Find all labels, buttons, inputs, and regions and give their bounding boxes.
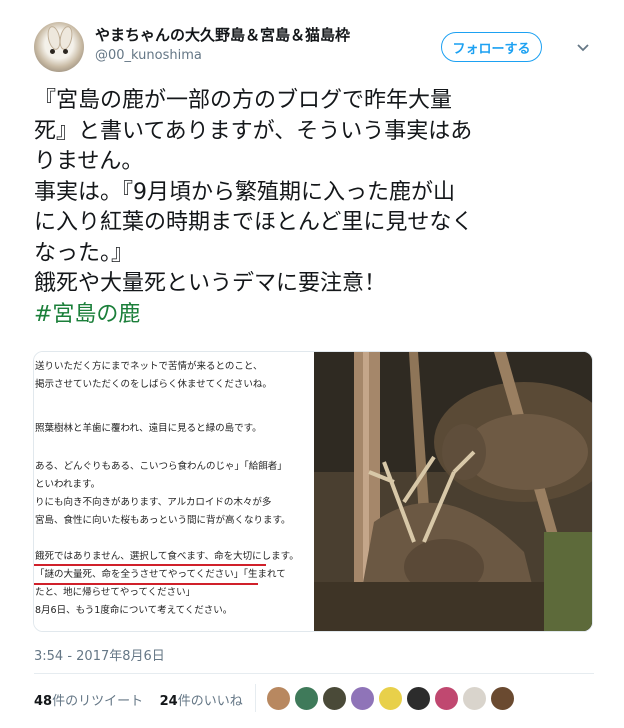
tweet-timestamp[interactable]: 3:54 - 2017年8月6日 bbox=[34, 645, 165, 664]
tweet-line: 餓死や大量死というデマに要注意！ bbox=[34, 271, 387, 296]
follow-button[interactable]: フォローする bbox=[441, 32, 542, 62]
deer-photo-image[interactable] bbox=[314, 352, 592, 631]
tweet-line: 死』と書いてありますが、そういう事実はあ bbox=[34, 118, 473, 144]
blog-line: たと、地に帰らせてやってください」 bbox=[35, 587, 196, 598]
liker-avatar[interactable] bbox=[266, 686, 291, 711]
tweet-line: りません。 bbox=[34, 149, 144, 174]
retweet-stat[interactable]: 48件のリツイート bbox=[34, 694, 143, 709]
user-handle[interactable]: @00_kunoshima bbox=[95, 48, 202, 63]
blog-line: 餓死ではありません、選択して食べます、命を大切にします。 bbox=[35, 551, 299, 562]
hashtag-link[interactable]: #宮島の鹿 bbox=[34, 300, 594, 331]
blog-line: 掲示させていただくのをしばらく休ませてくださいね。 bbox=[35, 379, 272, 390]
like-count: 24 bbox=[159, 694, 178, 709]
blog-line: 宮島、食性に向いた桜もあっという間に背が高くなります。 bbox=[35, 515, 291, 526]
liker-avatar[interactable] bbox=[378, 686, 403, 711]
user-display-name[interactable]: やまちゃんの大久野島＆宮島＆猫島枠 bbox=[95, 24, 350, 45]
tweet-line: 『宮島の鹿が一部の方のブログで昨年大量 bbox=[34, 88, 453, 113]
retweet-label: 件のリツイート bbox=[52, 694, 144, 709]
blog-line: 送りいただく方にまでネットで苦情が来るとのこと、 bbox=[35, 361, 263, 372]
liker-avatar[interactable] bbox=[350, 686, 375, 711]
blog-line: ある、どんぐりもある、こいつら食わんのじゃ」「給餌者」 bbox=[35, 461, 287, 472]
like-label: 件のいいね bbox=[177, 694, 243, 709]
like-stat[interactable]: 24件のいいね bbox=[160, 694, 243, 709]
avatar-rabbit-ear bbox=[57, 25, 75, 51]
avatar-rabbit-eye bbox=[50, 49, 55, 54]
deer-photo bbox=[314, 352, 592, 631]
liker-avatar[interactable] bbox=[322, 686, 347, 711]
retweet-count: 48 bbox=[34, 694, 53, 709]
blog-line: 照葉樹林と羊歯に覆われ、遠目に見ると緑の島です。 bbox=[35, 423, 262, 434]
blog-line: 8月6日、もう1度命について考えてください。 bbox=[35, 605, 233, 616]
divider bbox=[34, 673, 594, 674]
liker-avatars bbox=[266, 686, 515, 711]
red-underline bbox=[34, 583, 258, 585]
tweet-line: 事実は。『9月頃から繁殖期に入った鹿が山 bbox=[34, 179, 455, 205]
avatar-rabbit-eye bbox=[63, 49, 68, 54]
tweet-text: 『宮島の鹿が一部の方のブログで昨年大量 死』と書いてありますが、そういう事実はあ… bbox=[34, 86, 594, 330]
tweet-header: やまちゃんの大久野島＆宮島＆猫島枠 @00_kunoshima フォローする bbox=[0, 0, 624, 80]
stats-separator bbox=[255, 684, 256, 712]
chevron-down-icon[interactable] bbox=[574, 38, 592, 56]
blog-line: 「謎の大量死、命を全うさせてやってください」「生まれて bbox=[35, 569, 286, 580]
blog-line: といわれます。 bbox=[35, 479, 101, 490]
liker-avatar[interactable] bbox=[406, 686, 431, 711]
liker-avatar[interactable] bbox=[490, 686, 515, 711]
liker-avatar[interactable] bbox=[294, 686, 319, 711]
red-underline bbox=[34, 564, 266, 566]
blog-line: りにも向き不向きがあります、アルカロイドの木々が多 bbox=[35, 497, 272, 508]
tweet-media[interactable]: 送りいただく方にまでネットで苦情が来るとのこと、 掲示させていただくのをしばらく… bbox=[33, 351, 593, 632]
tweet-stats: 48件のリツイート 24件のいいね bbox=[34, 690, 243, 709]
liker-avatar[interactable] bbox=[462, 686, 487, 711]
blog-screenshot-image[interactable]: 送りいただく方にまでネットで苦情が来るとのこと、 掲示させていただくのをしばらく… bbox=[34, 352, 314, 631]
user-avatar[interactable] bbox=[34, 22, 84, 72]
tweet-line: なった。』 bbox=[34, 240, 134, 266]
liker-avatar[interactable] bbox=[434, 686, 459, 711]
tweet-line: に入り紅葉の時期までほとんど里に見せなく bbox=[34, 210, 474, 235]
